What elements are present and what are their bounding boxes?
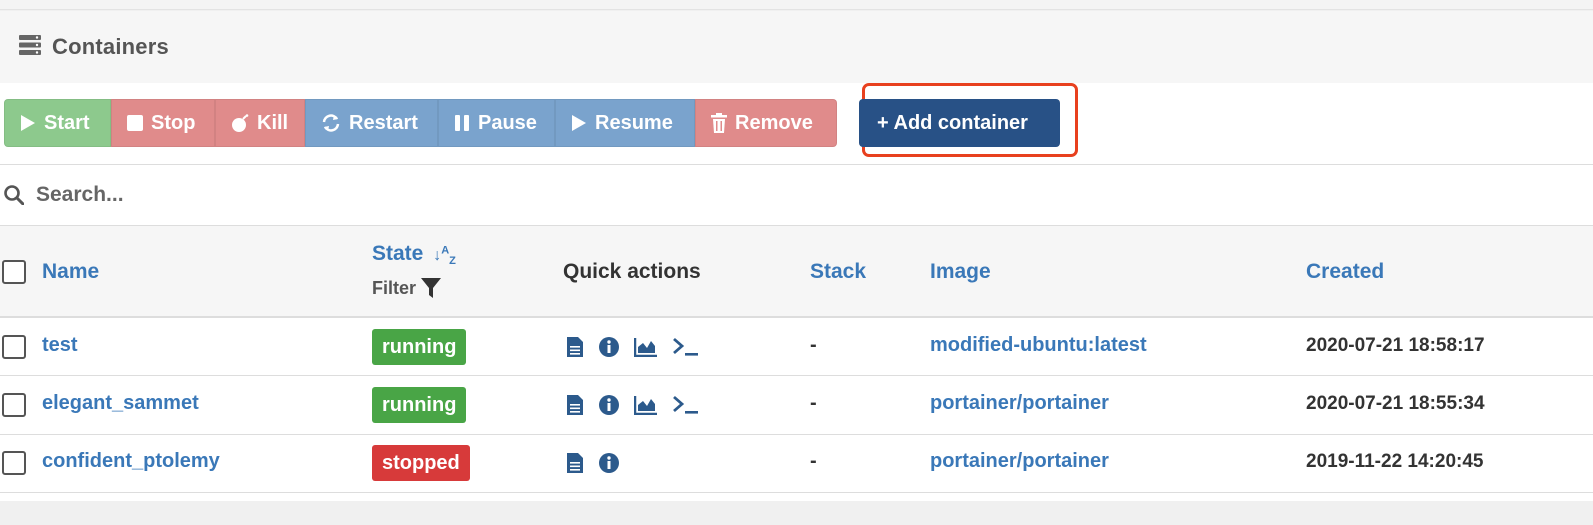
stack-column-header[interactable]: Stack (810, 260, 866, 284)
row-checkbox[interactable] (2, 393, 26, 417)
stack-value: - (810, 392, 817, 414)
row-checkbox[interactable] (2, 451, 26, 475)
remove-button[interactable]: Remove (695, 99, 837, 147)
bomb-icon (232, 114, 249, 132)
image-column-header[interactable]: Image (930, 260, 991, 284)
add-container-button[interactable]: + Add container (859, 99, 1060, 147)
status-badge: stopped (372, 445, 470, 481)
page-footer-space (0, 501, 1593, 525)
trash-icon (711, 113, 727, 133)
created-value: 2020-07-21 18:55:34 (1306, 393, 1485, 414)
container-name-link[interactable]: confident_ptolemy (42, 450, 220, 473)
kill-button[interactable]: Kill (215, 99, 305, 147)
resume-button-label: Resume (595, 111, 673, 134)
restart-button-label: Restart (349, 111, 418, 134)
table-row: elegant_sammet running - portainer/porta… (0, 377, 1593, 435)
restart-button[interactable]: Restart (305, 99, 438, 147)
panel-title: Containers (52, 34, 169, 59)
refresh-icon (322, 114, 340, 132)
state-filter-label: Filter (372, 277, 417, 298)
inspect-icon[interactable] (598, 394, 620, 416)
add-container-button-label: + Add container (877, 111, 1028, 134)
resume-button[interactable]: Resume (555, 99, 695, 147)
inspect-icon[interactable] (598, 336, 620, 358)
top-strip (0, 0, 1593, 10)
action-toolbar: Start Stop Kill Restart Pause Resume Rem… (4, 99, 837, 147)
name-column-header[interactable]: Name (42, 260, 99, 284)
panel-header: Containers (0, 11, 1593, 83)
pause-icon (455, 115, 469, 131)
logs-icon[interactable] (566, 336, 584, 358)
status-badge: running (372, 387, 467, 423)
panel-body: Start Stop Kill Restart Pause Resume Rem… (0, 83, 1593, 501)
kill-button-label: Kill (257, 111, 289, 134)
search-input[interactable] (36, 183, 636, 207)
play-icon (572, 115, 586, 131)
created-value: 2020-07-21 18:58:17 (1306, 335, 1485, 356)
quick-actions-column-header: Quick actions (563, 260, 701, 283)
state-filter[interactable]: Filter (372, 277, 442, 299)
pause-button[interactable]: Pause (438, 99, 555, 147)
state-column-header[interactable]: State ↓AZ (372, 242, 456, 267)
image-link[interactable]: modified-ubuntu:latest (930, 334, 1147, 357)
select-all-checkbox[interactable] (2, 260, 26, 284)
start-button[interactable]: Start (4, 99, 111, 147)
quick-actions (566, 336, 714, 358)
console-icon[interactable] (672, 395, 700, 415)
quick-actions (566, 394, 714, 416)
filter-icon (421, 278, 442, 298)
sort-icon: ↓AZ (433, 244, 456, 268)
logs-icon[interactable] (566, 394, 584, 416)
state-column-label: State (372, 242, 424, 265)
container-name-link[interactable]: elegant_sammet (42, 392, 199, 415)
stop-button-label: Stop (151, 111, 196, 134)
search-bar (0, 164, 1593, 226)
stats-icon[interactable] (634, 395, 658, 415)
table-row: confident_ptolemy stopped - portainer/po… (0, 435, 1593, 493)
container-name-link[interactable]: test (42, 334, 78, 357)
stack-value: - (810, 450, 817, 472)
start-button-label: Start (44, 111, 90, 134)
table-row: test running - modified-ubuntu:latest 20… (0, 318, 1593, 376)
image-link[interactable]: portainer/portainer (930, 450, 1109, 473)
inspect-icon[interactable] (598, 452, 620, 474)
table-header: Name State ↓AZ Filter Quick actions Stac… (0, 226, 1593, 318)
status-badge: running (372, 329, 467, 365)
pause-button-label: Pause (478, 111, 537, 134)
search-icon (4, 185, 24, 205)
containers-icon (18, 34, 42, 61)
logs-icon[interactable] (566, 452, 584, 474)
created-column-header[interactable]: Created (1306, 260, 1384, 284)
stop-icon (127, 115, 143, 131)
stop-button[interactable]: Stop (111, 99, 215, 147)
stats-icon[interactable] (634, 337, 658, 357)
quick-actions (566, 452, 634, 474)
remove-button-label: Remove (735, 111, 813, 134)
image-link[interactable]: portainer/portainer (930, 392, 1109, 415)
play-icon (21, 115, 35, 131)
stack-value: - (810, 334, 817, 356)
created-value: 2019-11-22 14:20:45 (1306, 451, 1484, 472)
row-checkbox[interactable] (2, 335, 26, 359)
console-icon[interactable] (672, 337, 700, 357)
